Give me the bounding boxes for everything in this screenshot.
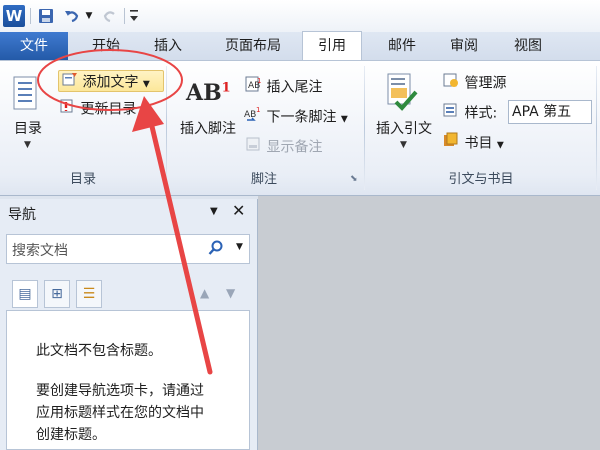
headings-tab-icon: ▤: [18, 286, 32, 302]
tab-review[interactable]: 审阅: [436, 32, 492, 60]
pane-options-icon[interactable]: ▼: [210, 206, 218, 217]
next-footnote-icon: AB 1: [244, 106, 262, 129]
bibliography-label: 书目: [464, 135, 493, 152]
bibliography-icon: [442, 132, 460, 155]
next-footnote-dropdown-icon: ▼: [340, 114, 348, 125]
instructions-line-1: 要创建导航选项卡，请通过: [36, 383, 204, 399]
tab-file[interactable]: 文件: [0, 32, 68, 60]
tab-mailings[interactable]: 邮件: [374, 32, 430, 60]
navigation-pane-title: 导航: [8, 207, 36, 223]
insert-citation-button[interactable]: 插入引文: [370, 118, 438, 138]
svg-text:AB: AB: [244, 110, 256, 120]
insert-citation-dropdown-icon[interactable]: ▼: [400, 140, 407, 150]
search-input[interactable]: 搜索文档: [12, 240, 68, 260]
svg-text:1: 1: [256, 106, 260, 114]
footnotes-dialog-launcher-icon[interactable]: ⬊: [350, 174, 358, 184]
citation-style-select[interactable]: APA 第五: [508, 100, 592, 124]
show-notes-icon: [244, 136, 262, 159]
quick-access-separator: [30, 8, 31, 24]
browse-pages-tab[interactable]: ⊞: [44, 280, 70, 308]
tab-insert[interactable]: 插入: [140, 32, 196, 60]
search-dropdown-icon[interactable]: ▼: [236, 242, 243, 252]
add-text-button[interactable]: 添加文字 ▼: [58, 70, 164, 92]
style-label-group: 样式:: [442, 102, 506, 124]
quick-access-separator-2: [124, 8, 125, 24]
word-app-icon[interactable]: W: [3, 5, 25, 27]
toc-icon[interactable]: [12, 76, 40, 112]
update-toc-button[interactable]: 更新目录: [60, 98, 160, 120]
insert-footnote-button[interactable]: 插入脚注: [174, 118, 242, 138]
toc-group-label: 目录: [69, 172, 96, 187]
no-headings-message: 此文档不包含标题。: [36, 343, 162, 359]
add-text-icon: [62, 71, 78, 94]
save-icon[interactable]: [36, 6, 56, 26]
insert-citation-icon[interactable]: [382, 72, 422, 112]
show-notes-label: 显示备注: [266, 139, 323, 156]
next-footnote-button[interactable]: AB 1 下一条脚注 ▼: [244, 106, 364, 128]
ab-superscript: 1: [221, 80, 231, 96]
update-toc-label: 更新目录: [80, 101, 137, 118]
insert-endnote-label: 插入尾注: [266, 79, 323, 96]
results-tab-icon: ☰: [82, 286, 96, 302]
citations-group-label: 引文与书目: [448, 172, 514, 187]
next-heading-icon[interactable]: ▼: [226, 286, 235, 300]
previous-heading-icon[interactable]: ▲: [200, 286, 209, 300]
undo-dropdown-icon[interactable]: ▼: [84, 6, 94, 26]
insert-endnote-button[interactable]: AB 1 插入尾注: [244, 76, 364, 98]
toc-dropdown-icon[interactable]: ▼: [24, 140, 31, 150]
close-icon[interactable]: ✕: [232, 201, 245, 220]
bibliography-dropdown-icon: ▼: [496, 140, 504, 151]
search-icon[interactable]: [208, 240, 224, 260]
next-footnote-label: 下一条脚注: [266, 109, 337, 126]
customize-icon[interactable]: [128, 6, 140, 26]
manage-sources-label: 管理源: [464, 75, 507, 92]
instructions-line-3: 创建标题。: [36, 427, 106, 443]
instructions-line-2: 应用标题样式在您的文档中: [36, 405, 204, 421]
insert-endnote-icon: AB 1: [244, 76, 262, 99]
ab-icon-text: AB: [186, 80, 222, 106]
tab-references[interactable]: 引用: [302, 31, 362, 61]
add-text-label: 添加文字: [82, 74, 139, 91]
style-icon: [442, 102, 460, 125]
pages-tab-icon: ⊞: [51, 286, 63, 302]
show-notes-button[interactable]: 显示备注: [244, 136, 364, 158]
browse-headings-tab[interactable]: ▤: [12, 280, 38, 308]
manage-sources-icon: [442, 72, 460, 95]
toc-button[interactable]: 目录: [6, 118, 50, 138]
svg-text:1: 1: [257, 77, 261, 85]
document-area: [258, 196, 600, 450]
insert-footnote-icon[interactable]: AB1: [186, 80, 234, 108]
browse-results-tab[interactable]: ☰: [76, 280, 102, 308]
bibliography-button[interactable]: 书目 ▼: [442, 132, 522, 154]
redo-icon[interactable]: [100, 6, 120, 26]
tab-home[interactable]: 开始: [78, 32, 134, 60]
tab-page-layout[interactable]: 页面布局: [208, 32, 298, 60]
manage-sources-button[interactable]: 管理源: [442, 72, 542, 94]
footnotes-group-label: 脚注: [250, 172, 277, 187]
tab-view[interactable]: 视图: [500, 32, 556, 60]
update-toc-icon: [60, 98, 76, 121]
style-label: 样式:: [464, 105, 498, 122]
undo-icon[interactable]: [62, 6, 82, 26]
group-separator: [596, 66, 597, 190]
add-text-dropdown-icon: ▼: [142, 79, 150, 90]
